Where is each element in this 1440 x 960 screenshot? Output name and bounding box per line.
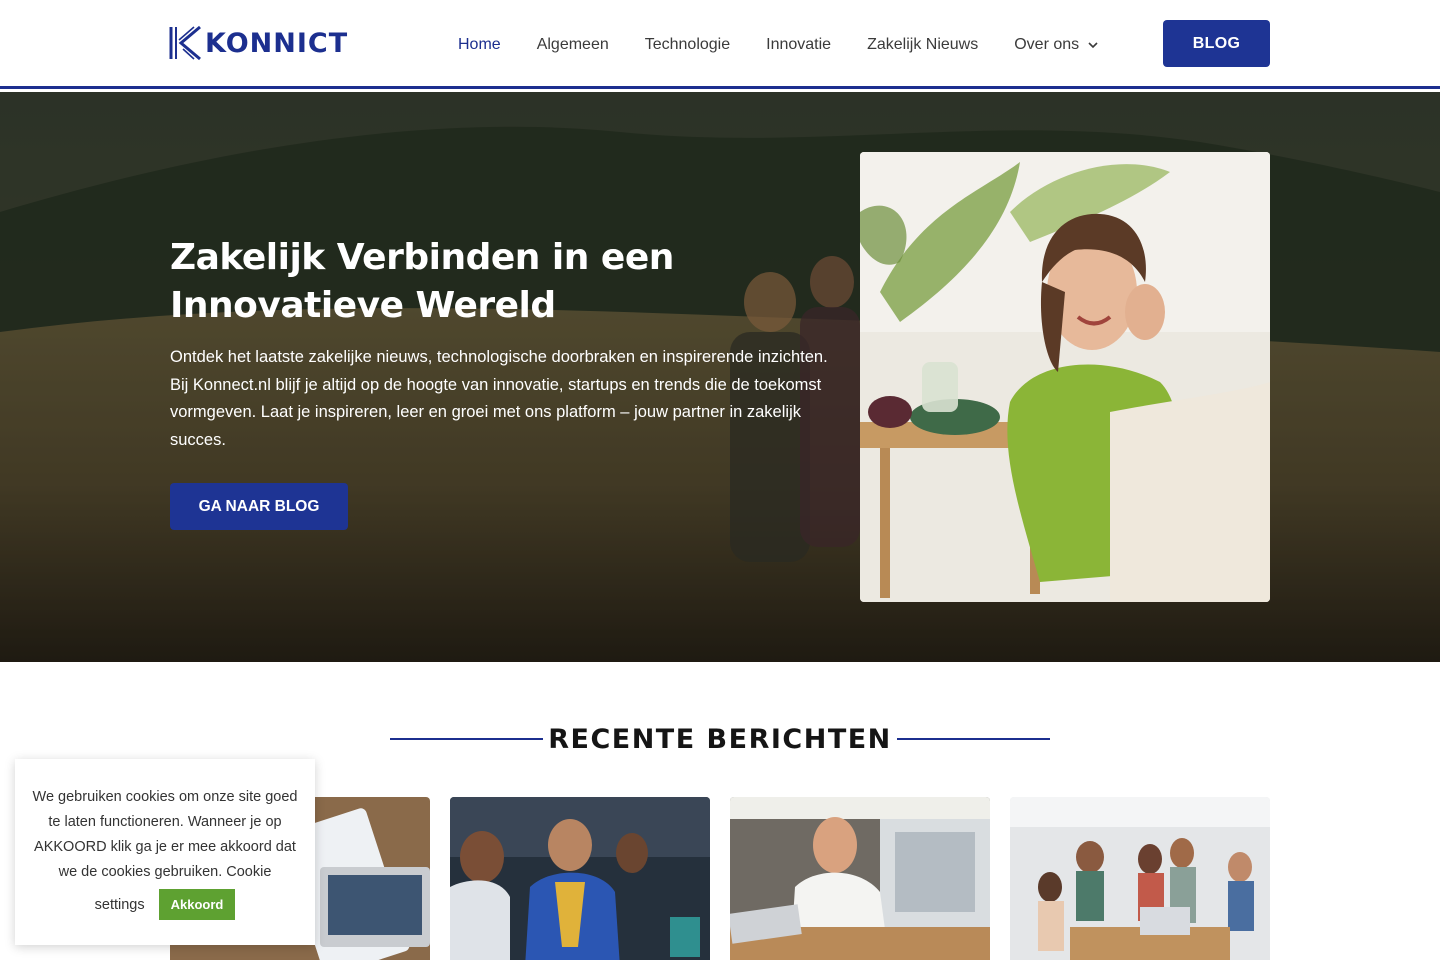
nav-item-over-ons[interactable]: Over ons	[1014, 36, 1098, 54]
heading-divider-right	[897, 738, 1050, 740]
nav-label: Home	[458, 36, 501, 53]
cookie-actions: settings Akkoord	[27, 889, 303, 920]
nav-item-home[interactable]: Home	[458, 36, 501, 54]
cookie-settings-link[interactable]: settings	[95, 897, 145, 913]
main-nav: Home Algemeen Technologie Innovatie Zake…	[458, 30, 1134, 60]
hero-section: Zakelijk Verbinden in een Innovatieve We…	[0, 92, 1440, 662]
post-thumbnail-image	[1010, 797, 1270, 960]
nav-label: Innovatie	[766, 36, 832, 53]
blog-button[interactable]: BLOG	[1163, 20, 1270, 67]
heading-divider-left	[390, 738, 543, 740]
nav-item-technologie[interactable]: Technologie	[645, 36, 730, 54]
post-thumbnail-image	[450, 797, 710, 960]
nav-item-algemeen[interactable]: Algemeen	[537, 36, 609, 54]
post-thumbnail-image	[730, 797, 990, 960]
nav-label: Technologie	[644, 36, 731, 53]
post-card-4[interactable]	[1010, 797, 1270, 960]
section-title: RECENTE BERICHTEN	[548, 723, 892, 755]
cookie-message: We gebruiken cookies om onze site goed t…	[32, 789, 298, 880]
cookie-accept-button[interactable]: Akkoord	[158, 889, 236, 920]
chevron-down-icon	[1088, 42, 1098, 49]
hero-description: Ontdek het laatste zakelijke nieuws, tec…	[170, 348, 828, 449]
go-to-blog-button[interactable]: GA NAAR BLOG	[170, 483, 348, 530]
post-card-3[interactable]	[730, 797, 990, 960]
post-card-2[interactable]	[450, 797, 710, 960]
nav-label: Algemeen	[536, 36, 609, 53]
cookie-banner: We gebruiken cookies om onze site goed t…	[15, 759, 315, 945]
woman-portrait-image	[860, 152, 1270, 602]
logo-text: KONNICT	[205, 27, 349, 59]
konnict-logo-icon	[169, 25, 201, 61]
hero-title: Zakelijk Verbinden in een Innovatieve We…	[170, 237, 674, 326]
nav-label: Over ons	[1014, 36, 1080, 53]
site-logo[interactable]: KONNICT	[169, 25, 348, 61]
site-header: KONNICT Home Algemeen Technologie Innova…	[0, 0, 1440, 89]
nav-item-zakelijk-nieuws[interactable]: Zakelijk Nieuws	[867, 36, 978, 54]
nav-label: Zakelijk Nieuws	[867, 36, 979, 53]
nav-item-innovatie[interactable]: Innovatie	[766, 36, 831, 54]
recent-posts-heading: RECENTE BERICHTEN	[390, 720, 1050, 758]
hero-photo	[860, 152, 1270, 602]
